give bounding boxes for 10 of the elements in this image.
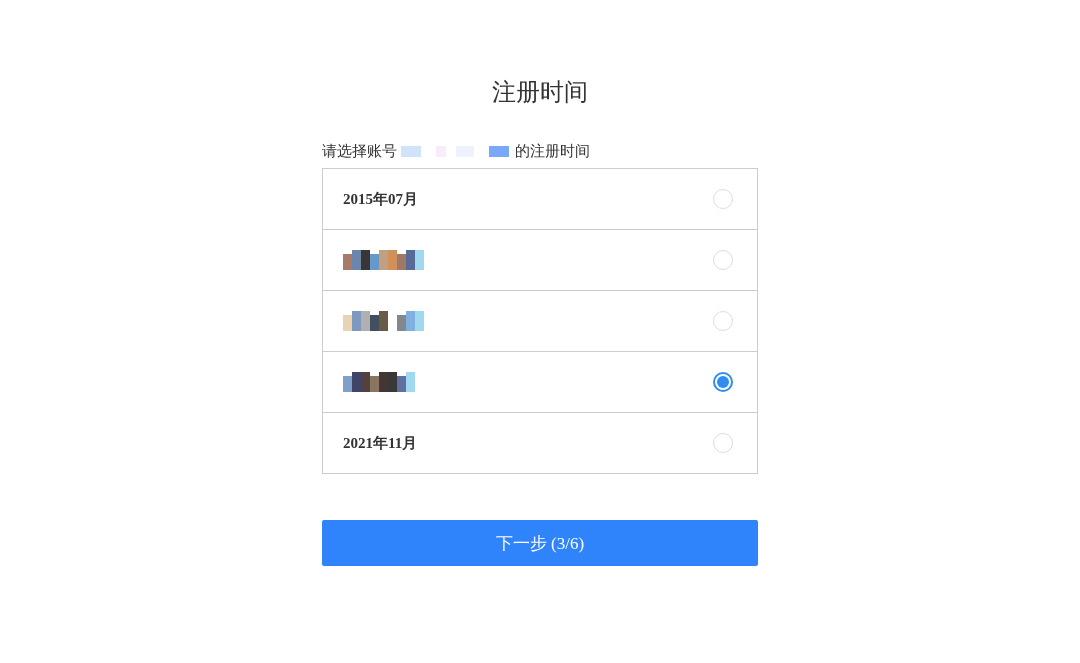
page-title: 注册时间 [491, 77, 589, 108]
prompt-text: 的注册时间 [515, 141, 590, 161]
next-button[interactable]: 下一步 (3/6) [322, 520, 758, 566]
option-row[interactable]: 2021年11月 [323, 412, 757, 473]
redaction-mosaic [343, 372, 415, 392]
option-row[interactable]: 2015年07月 [323, 169, 757, 229]
radio-button[interactable] [713, 372, 733, 392]
prompt-text: 请选择账号 [322, 141, 397, 161]
option-label: 2021年11月 [343, 433, 418, 453]
option-label: 2015年07月 [343, 189, 418, 209]
